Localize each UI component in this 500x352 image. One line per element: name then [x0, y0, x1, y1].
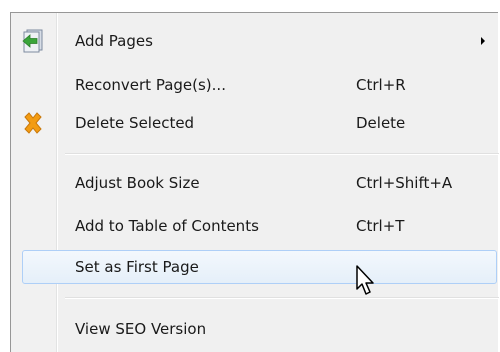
menu-item-adjust-book-size[interactable]: Adjust Book Size Ctrl+Shift+A — [11, 163, 499, 203]
submenu-arrow-icon — [481, 37, 485, 45]
delete-x-icon — [21, 111, 45, 135]
menu-item-add-pages[interactable]: Add Pages — [11, 21, 499, 61]
menu-item-view-seo-version[interactable]: View SEO Version — [11, 309, 499, 349]
menu-item-shortcut: Ctrl+T — [356, 217, 405, 235]
menu-item-label: Add Pages — [75, 32, 153, 50]
menu-item-delete-selected[interactable]: Delete Selected Delete — [11, 103, 499, 143]
menu-item-label: View SEO Version — [75, 320, 207, 338]
menu-item-label: Reconvert Page(s)... — [75, 76, 226, 94]
add-pages-icon — [21, 29, 45, 53]
mouse-cursor-icon — [356, 265, 374, 295]
menu-separator — [65, 153, 499, 155]
menu-item-label: Add to Table of Contents — [75, 217, 259, 235]
menu-item-shortcut: Ctrl+R — [356, 76, 406, 94]
menu-item-set-as-first-page[interactable]: Set as First Page — [11, 247, 499, 287]
menu-item-label: Adjust Book Size — [75, 174, 200, 192]
menu-item-reconvert-pages[interactable]: Reconvert Page(s)... Ctrl+R — [11, 65, 499, 105]
context-menu: Add Pages Reconvert Page(s)... Ctrl+R De… — [10, 12, 499, 352]
menu-item-label: Delete Selected — [75, 114, 195, 132]
menu-item-add-to-toc[interactable]: Add to Table of Contents Ctrl+T — [11, 206, 499, 246]
menu-item-label: Set as First Page — [75, 258, 199, 276]
menu-item-shortcut: Ctrl+Shift+A — [356, 174, 453, 192]
menu-separator — [65, 297, 499, 299]
menu-item-shortcut: Delete — [356, 114, 406, 132]
